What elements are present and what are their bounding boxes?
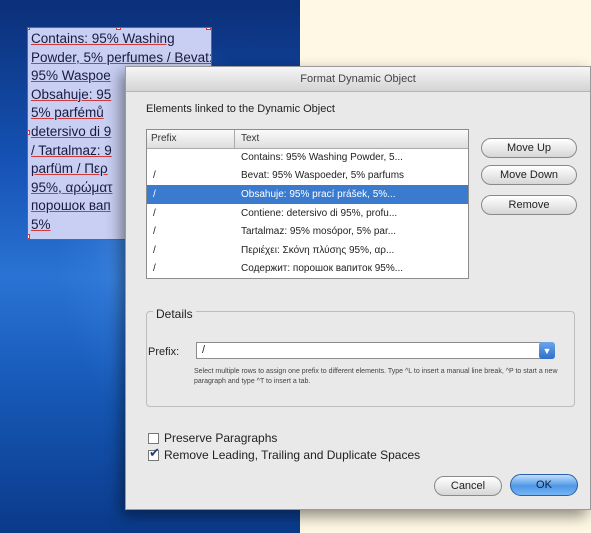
ok-button[interactable]: OK <box>510 474 578 496</box>
list-row[interactable]: / Содержит: порошок вапиток 95%... <box>147 260 468 278</box>
move-up-button[interactable]: Move Up <box>481 138 577 158</box>
frame-text-line: Powder, 5% perfumes / Bevat: <box>31 49 212 65</box>
chevron-down-icon[interactable]: ▼ <box>539 342 555 359</box>
format-dynamic-object-dialog: Format Dynamic Object Elements linked to… <box>125 66 591 510</box>
column-header-text[interactable]: Text <box>235 130 468 148</box>
list-header: Prefix Text <box>147 130 468 149</box>
frame-text-line: Contains: 95% Washing <box>31 31 175 46</box>
row-text: Περιέχει: Σκόνη πλύσης 95%, αρ... <box>241 244 395 256</box>
remove-spaces-label: Remove Leading, Trailing and Duplicate S… <box>164 448 421 462</box>
prefix-label: Prefix: <box>148 346 180 358</box>
frame-handle[interactable] <box>206 28 211 30</box>
row-prefix: / <box>153 207 156 219</box>
details-title: Details <box>153 307 196 321</box>
row-text: Contains: 95% Washing Powder, 5... <box>241 151 403 163</box>
remove-button[interactable]: Remove <box>481 195 577 215</box>
elements-list[interactable]: Prefix Text Contains: 95% Washing Powder… <box>146 129 469 279</box>
row-prefix: / <box>153 170 156 182</box>
cancel-button[interactable]: Cancel <box>434 476 502 496</box>
list-row[interactable]: / Contiene: detersivo di 95%, profu... <box>147 204 468 223</box>
row-prefix: / <box>153 263 156 275</box>
frame-handle[interactable] <box>28 234 30 239</box>
preserve-paragraphs-checkbox[interactable] <box>148 433 159 444</box>
row-prefix: / <box>153 244 156 256</box>
column-header-prefix[interactable]: Prefix <box>147 130 235 148</box>
row-text: Bevat: 95% Waspoeder, 5% parfums <box>241 170 405 182</box>
list-row[interactable]: / Bevat: 95% Waspoeder, 5% parfums <box>147 167 468 186</box>
row-text: Tartalmaz: 95% mosópor, 5% par... <box>241 226 397 238</box>
list-row[interactable]: / Περιέχει: Σκόνη πλύσης 95%, αρ... <box>147 241 468 260</box>
frame-handle[interactable] <box>28 130 30 135</box>
frame-handle[interactable] <box>28 28 30 30</box>
list-row[interactable]: Contains: 95% Washing Powder, 5... <box>147 148 468 167</box>
frame-handle[interactable] <box>116 28 121 30</box>
row-prefix: / <box>153 188 156 200</box>
remove-spaces-checkbox[interactable] <box>148 446 160 461</box>
row-text: Obsahuje: 95% prací prášek, 5%... <box>241 188 396 200</box>
dialog-title[interactable]: Format Dynamic Object <box>126 67 590 92</box>
row-text: Содержит: порошок вапиток 95%... <box>241 263 404 275</box>
prefix-field[interactable]: / <box>196 342 548 359</box>
details-group <box>146 311 575 407</box>
list-row-selected[interactable]: / Obsahuje: 95% prací prášek, 5%... <box>147 185 468 204</box>
preserve-paragraphs-label: Preserve Paragraphs <box>164 431 278 445</box>
row-text: Contiene: detersivo di 95%, profu... <box>241 207 398 219</box>
elements-label: Elements linked to the Dynamic Object <box>146 103 335 115</box>
list-row[interactable]: / Tartalmaz: 95% mosópor, 5% par... <box>147 222 468 241</box>
move-down-button[interactable]: Move Down <box>481 165 577 185</box>
prefix-help-text: Select multiple rows to assign one prefi… <box>194 368 558 385</box>
row-prefix: / <box>153 226 156 238</box>
